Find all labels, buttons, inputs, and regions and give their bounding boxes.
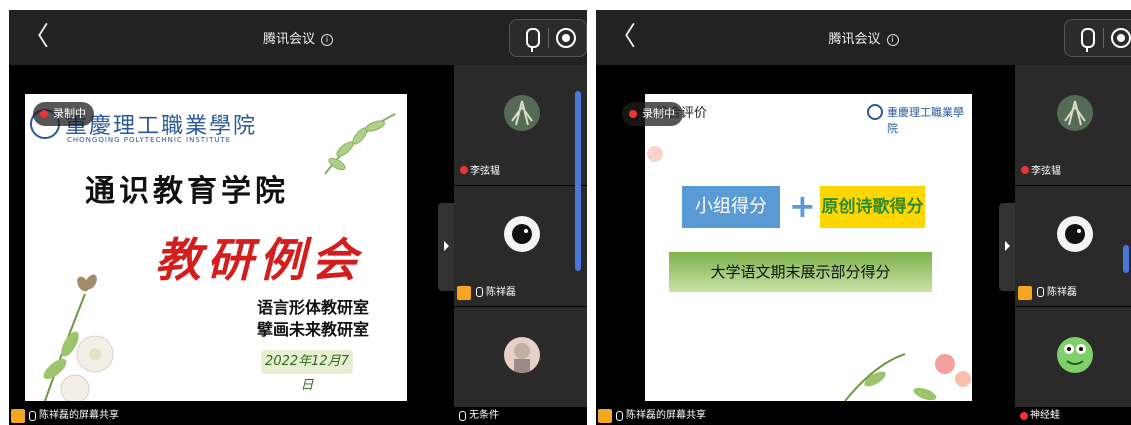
slide-line-1: 语言形体教研室 [257,298,370,317]
school-english-name: CHONGQING POLYTECHNIC INSTITUTE [67,136,232,144]
top-bar: 〈 腾讯会议 i [596,10,1131,65]
collapse-panel-handle[interactable] [438,203,454,291]
group-score-box: 小组得分 [682,186,780,228]
recording-badge[interactable]: 录制中 [622,102,683,126]
top-bar: 〈 腾讯会议 i [9,10,587,65]
poem-score-box: 原创诗歌得分 [820,186,925,228]
meeting-window-left: 〈 腾讯会议 i 重慶理工職業學院 CHONGQING POLYTECHNIC … [9,10,587,425]
slide-decoration [647,104,971,401]
shared-slide: 综合评价 重慶理工職業學院 小组得分 + 原创诗歌得分 大学语文期末展示部分得分 [645,94,972,401]
slide-main-title: 教研例会 [155,233,363,287]
screen-share-label: 陈祥磊的屏幕共享 [626,410,706,421]
bottom-bar: 陈祥磊的屏幕共享 无条件 [9,407,587,425]
participant-name: 神经蛙 [1030,410,1060,421]
butterfly-icon [77,274,97,292]
avatar [1057,337,1093,373]
screen-share-label: 陈祥磊的屏幕共享 [39,410,119,421]
avatar [504,95,540,131]
control-group [509,19,587,57]
microphone-icon[interactable] [1081,28,1095,52]
leaf-branch-icon [324,113,396,175]
avatar [1057,95,1093,131]
scrollbar[interactable] [1123,245,1129,273]
microphone-icon [1037,287,1044,297]
divider [548,28,549,48]
control-group [1064,19,1131,57]
bottom-bar: 陈祥磊的屏幕共享 神经蛙 [596,407,1131,425]
participant-panel: 李弦韫 陈祥磊 [454,65,587,425]
scrollbar[interactable] [575,91,581,271]
participant-tile[interactable]: 陈祥磊 [454,186,587,307]
host-icon [457,286,471,300]
slide-line-2: 擘画未来教研室 [257,320,370,339]
participant-name: 陈祥磊 [486,287,516,298]
meeting-title: 腾讯会议 i [596,28,1131,47]
plus-icon: + [789,187,816,225]
subtitle-bar: 大学语文期末展示部分得分 [669,252,932,292]
record-icon[interactable] [1111,28,1131,48]
flower-icon [43,293,114,401]
record-icon[interactable] [556,28,576,48]
muted-mic-icon [1020,412,1028,420]
participant-name: 李弦韫 [470,166,500,177]
muted-mic-icon [460,166,468,174]
host-icon [598,409,612,423]
participant-tile[interactable]: 李弦韫 [1015,65,1131,186]
muted-mic-icon [1021,166,1029,174]
microphone-icon [459,411,466,421]
slide-date: 2022年12月7日 [261,350,353,393]
meeting-window-right: 〈 腾讯会议i 综合评价 重慶理工職業學院 小组得分 + 原创诗歌得分 大学语文… [596,10,1131,425]
microphone-icon [476,287,483,297]
school-seal-icon [867,104,883,120]
participant-tile[interactable]: 陈祥磊 [1015,186,1131,307]
microphone-icon[interactable] [526,28,540,52]
avatar [504,216,540,252]
avatar [504,337,540,373]
participant-name: 无条件 [469,410,499,421]
info-icon[interactable]: i [886,34,899,46]
microphone-icon [29,411,36,421]
participant-tile[interactable]: 李弦韫 [454,65,587,186]
shared-slide: 重慶理工職業學院 CHONGQING POLYTECHNIC INSTITUTE… [25,94,407,401]
meeting-title: 腾讯会议 i [9,28,587,47]
microphone-icon [616,411,623,421]
avatar [1057,216,1093,252]
participant-panel: 李弦韫 陈祥磊 [1015,65,1131,425]
collapse-panel-handle[interactable] [999,203,1015,291]
participant-name: 李弦韫 [1031,166,1061,177]
host-icon [1018,286,1032,300]
school-name: 重慶理工職業學院 [887,106,964,135]
participant-name: 陈祥磊 [1047,287,1077,298]
slide-heading: 通识教育学院 [85,174,289,209]
info-icon[interactable]: i [321,34,333,46]
recording-badge[interactable]: 录制中 [33,102,94,126]
divider [1103,28,1104,48]
host-icon [11,409,25,423]
